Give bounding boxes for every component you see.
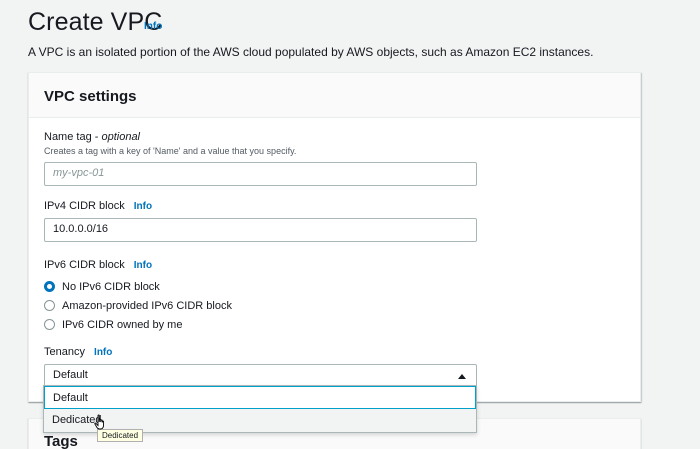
page-title-info-link[interactable]: Info [144, 21, 162, 32]
radio-unchecked-icon[interactable] [44, 300, 55, 311]
tenancy-dropdown-list: Default Dedicated [43, 385, 477, 433]
ipv6-option-label: Amazon-provided IPv6 CIDR block [62, 299, 232, 312]
ipv4-field: IPv4 CIDR block Info 10.0.0.0/16 [44, 200, 477, 242]
radio-checked-icon[interactable] [44, 281, 55, 292]
ipv6-info-link[interactable]: Info [134, 260, 152, 271]
name-tag-hint: Creates a tag with a key of 'Name' and a… [44, 146, 297, 156]
tenancy-field: Tenancy Info Default [44, 346, 477, 388]
name-tag-label: Name tag - [44, 131, 102, 143]
hand-cursor-icon [94, 414, 105, 430]
tags-title: Tags [44, 433, 78, 449]
tooltip: Dedicated [97, 429, 144, 442]
ipv6-option-owned[interactable]: IPv6 CIDR owned by me [44, 315, 232, 334]
ipv6-label: IPv6 CIDR block [44, 259, 125, 271]
ipv6-field: IPv6 CIDR block Info No IPv6 CIDR block … [44, 259, 232, 334]
vpc-settings-panel: VPC settings Name tag - optional Creates… [28, 72, 641, 402]
vpc-settings-header: VPC settings [29, 73, 640, 118]
ipv6-option-label: IPv6 CIDR owned by me [62, 318, 183, 331]
ipv4-label: IPv4 CIDR block [44, 200, 125, 212]
tenancy-option-default[interactable]: Default [44, 386, 476, 409]
ipv6-option-label: No IPv6 CIDR block [62, 280, 160, 293]
ipv6-option-none[interactable]: No IPv6 CIDR block [44, 277, 232, 296]
tenancy-selected-value: Default [53, 369, 88, 381]
tenancy-info-link[interactable]: Info [94, 347, 112, 358]
radio-unchecked-icon[interactable] [44, 319, 55, 330]
caret-up-icon [458, 374, 466, 379]
ipv6-option-amazon[interactable]: Amazon-provided IPv6 CIDR block [44, 296, 232, 315]
name-tag-field: Name tag - optional Creates a tag with a… [44, 131, 477, 186]
page-description: A VPC is an isolated portion of the AWS … [28, 45, 594, 59]
name-tag-input[interactable]: my-vpc-01 [44, 162, 477, 186]
vpc-settings-title: VPC settings [44, 88, 137, 105]
ipv4-info-link[interactable]: Info [134, 201, 152, 212]
page-title: Create VPC [28, 8, 163, 36]
ipv6-radio-group: No IPv6 CIDR block Amazon-provided IPv6 … [44, 277, 232, 334]
tenancy-label: Tenancy [44, 346, 85, 358]
name-tag-optional: optional [101, 131, 141, 143]
ipv4-cidr-input[interactable]: 10.0.0.0/16 [44, 218, 477, 242]
